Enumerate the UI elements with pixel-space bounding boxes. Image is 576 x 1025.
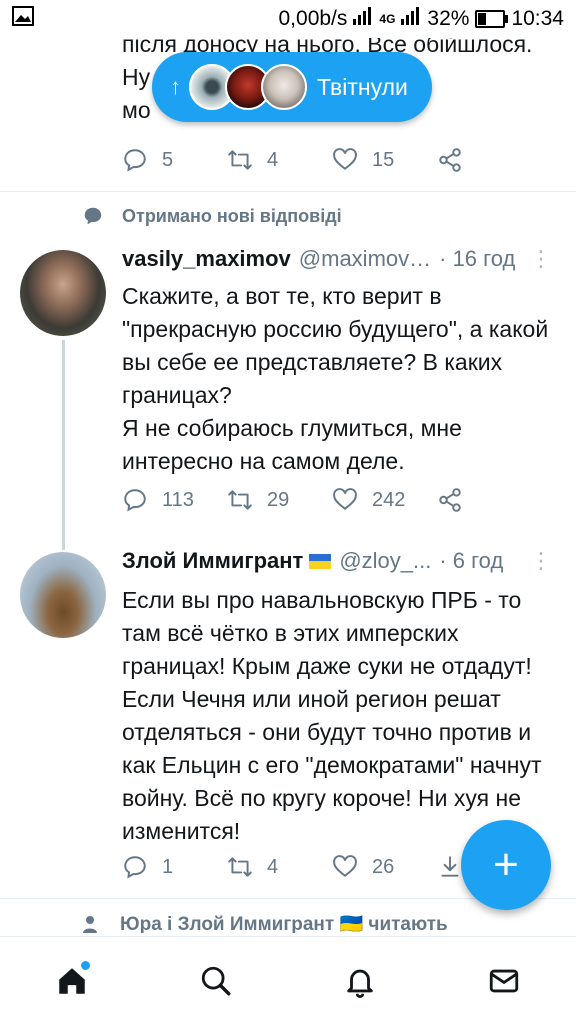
tab-messages[interactable] (482, 959, 526, 1003)
retweet-button[interactable]: 29 (227, 487, 332, 513)
new-tweets-pill[interactable]: ↑ Твітнули (152, 52, 432, 122)
notification-dot (81, 961, 90, 970)
person-icon (83, 916, 97, 933)
share-icon (439, 488, 461, 512)
avatar (261, 64, 307, 110)
like-count: 15 (372, 148, 395, 171)
retweet-icon (228, 857, 252, 877)
prev-tweet-actions: 5 4 15 (122, 140, 542, 180)
thread-line (62, 340, 65, 550)
reply-button[interactable]: 1 (122, 854, 227, 880)
tweet-body: Скажите, а вот те, кто верит в "прекрасн… (122, 283, 549, 474)
network-speed: 0,00b/s (278, 7, 348, 30)
retweet-count: 29 (267, 488, 290, 511)
divider (0, 191, 576, 192)
retweet-button[interactable]: 4 (227, 147, 332, 173)
retweet-count: 4 (267, 148, 279, 171)
pill-label: Твітнули (317, 73, 408, 100)
like-icon (333, 488, 357, 510)
retweet-icon (228, 490, 252, 510)
tweet-time: · 16 год (439, 246, 516, 271)
author-handle: @maximov… (298, 246, 432, 271)
retweet-button[interactable]: 4 (227, 854, 332, 880)
context-text: Отримано нові відповіді (122, 205, 342, 226)
reply-icon (124, 489, 146, 512)
arrow-up-icon: ↑ (170, 74, 181, 99)
like-icon (333, 148, 357, 170)
plus-icon: + (493, 840, 519, 889)
reading-context: Юра і Злой Иммигрант 🇺🇦 читають (82, 915, 448, 933)
reply-icon (124, 149, 146, 172)
like-button[interactable]: 26 (332, 854, 437, 880)
pill-avatars (189, 64, 307, 110)
avatar-zloy[interactable] (20, 552, 106, 638)
author-name[interactable]: Злой Иммигрант (122, 548, 303, 574)
reply-icon (124, 856, 146, 879)
reading-context-text: Юра і Злой Иммигрант 🇺🇦 читають (120, 915, 448, 933)
like-icon (333, 855, 357, 877)
more-options-icon[interactable]: ⋮ (530, 246, 552, 272)
tab-notifications[interactable] (338, 959, 382, 1003)
share-icon (441, 856, 459, 877)
retweet-count: 4 (267, 855, 279, 878)
tweet-header: Злой Иммигрант @zloy_... · 6 год ⋮ (122, 548, 552, 574)
tweet-header: vasily_maximov @maximov… · 16 год ⋮ (122, 246, 552, 272)
bell-icon (347, 969, 373, 998)
ukraine-flag-icon (309, 553, 332, 569)
signal-icon-2 (401, 7, 421, 31)
more-options-icon[interactable]: ⋮ (530, 548, 552, 574)
share-icon (439, 148, 461, 172)
tab-search[interactable] (194, 959, 238, 1003)
like-button[interactable]: 15 (332, 147, 437, 173)
compose-tweet-button[interactable]: + (461, 820, 551, 910)
reply-button[interactable]: 113 (122, 487, 227, 513)
tweet-actions: 113 29 242 (122, 480, 542, 520)
bottom-tab-bar (0, 936, 576, 1025)
reply-count: 5 (162, 148, 174, 171)
reply-count: 113 (162, 488, 194, 511)
signal-icon (353, 7, 373, 31)
avatar-vasily[interactable] (20, 250, 106, 336)
tweet-body: Если вы про навальновскую ПРБ - то там в… (122, 587, 542, 844)
reply-count: 1 (162, 855, 174, 878)
share-button[interactable] (437, 147, 542, 173)
replies-context: Отримано нові відповіді (82, 205, 342, 227)
clock: 10:34 (511, 7, 564, 30)
mail-icon (489, 969, 519, 993)
search-icon (201, 966, 231, 996)
reply-bubble-icon (84, 207, 102, 225)
like-count: 26 (372, 855, 395, 878)
reply-button[interactable]: 5 (122, 147, 227, 173)
battery-percent: 32% (427, 7, 470, 30)
tweet-time: · 6 год (439, 548, 504, 573)
network-type: 4G (379, 12, 396, 26)
like-button[interactable]: 242 (332, 487, 437, 513)
author-name[interactable]: vasily_maximov (122, 246, 291, 272)
battery-icon (475, 10, 509, 28)
gallery-icon (12, 6, 34, 32)
author-handle: @zloy_... (339, 548, 432, 573)
tab-home[interactable] (50, 959, 94, 1003)
share-button[interactable] (437, 487, 542, 513)
retweet-icon (228, 150, 252, 170)
like-count: 242 (372, 488, 406, 511)
status-bar: 0,00b/s 4G 32% 10:34 (0, 0, 576, 38)
